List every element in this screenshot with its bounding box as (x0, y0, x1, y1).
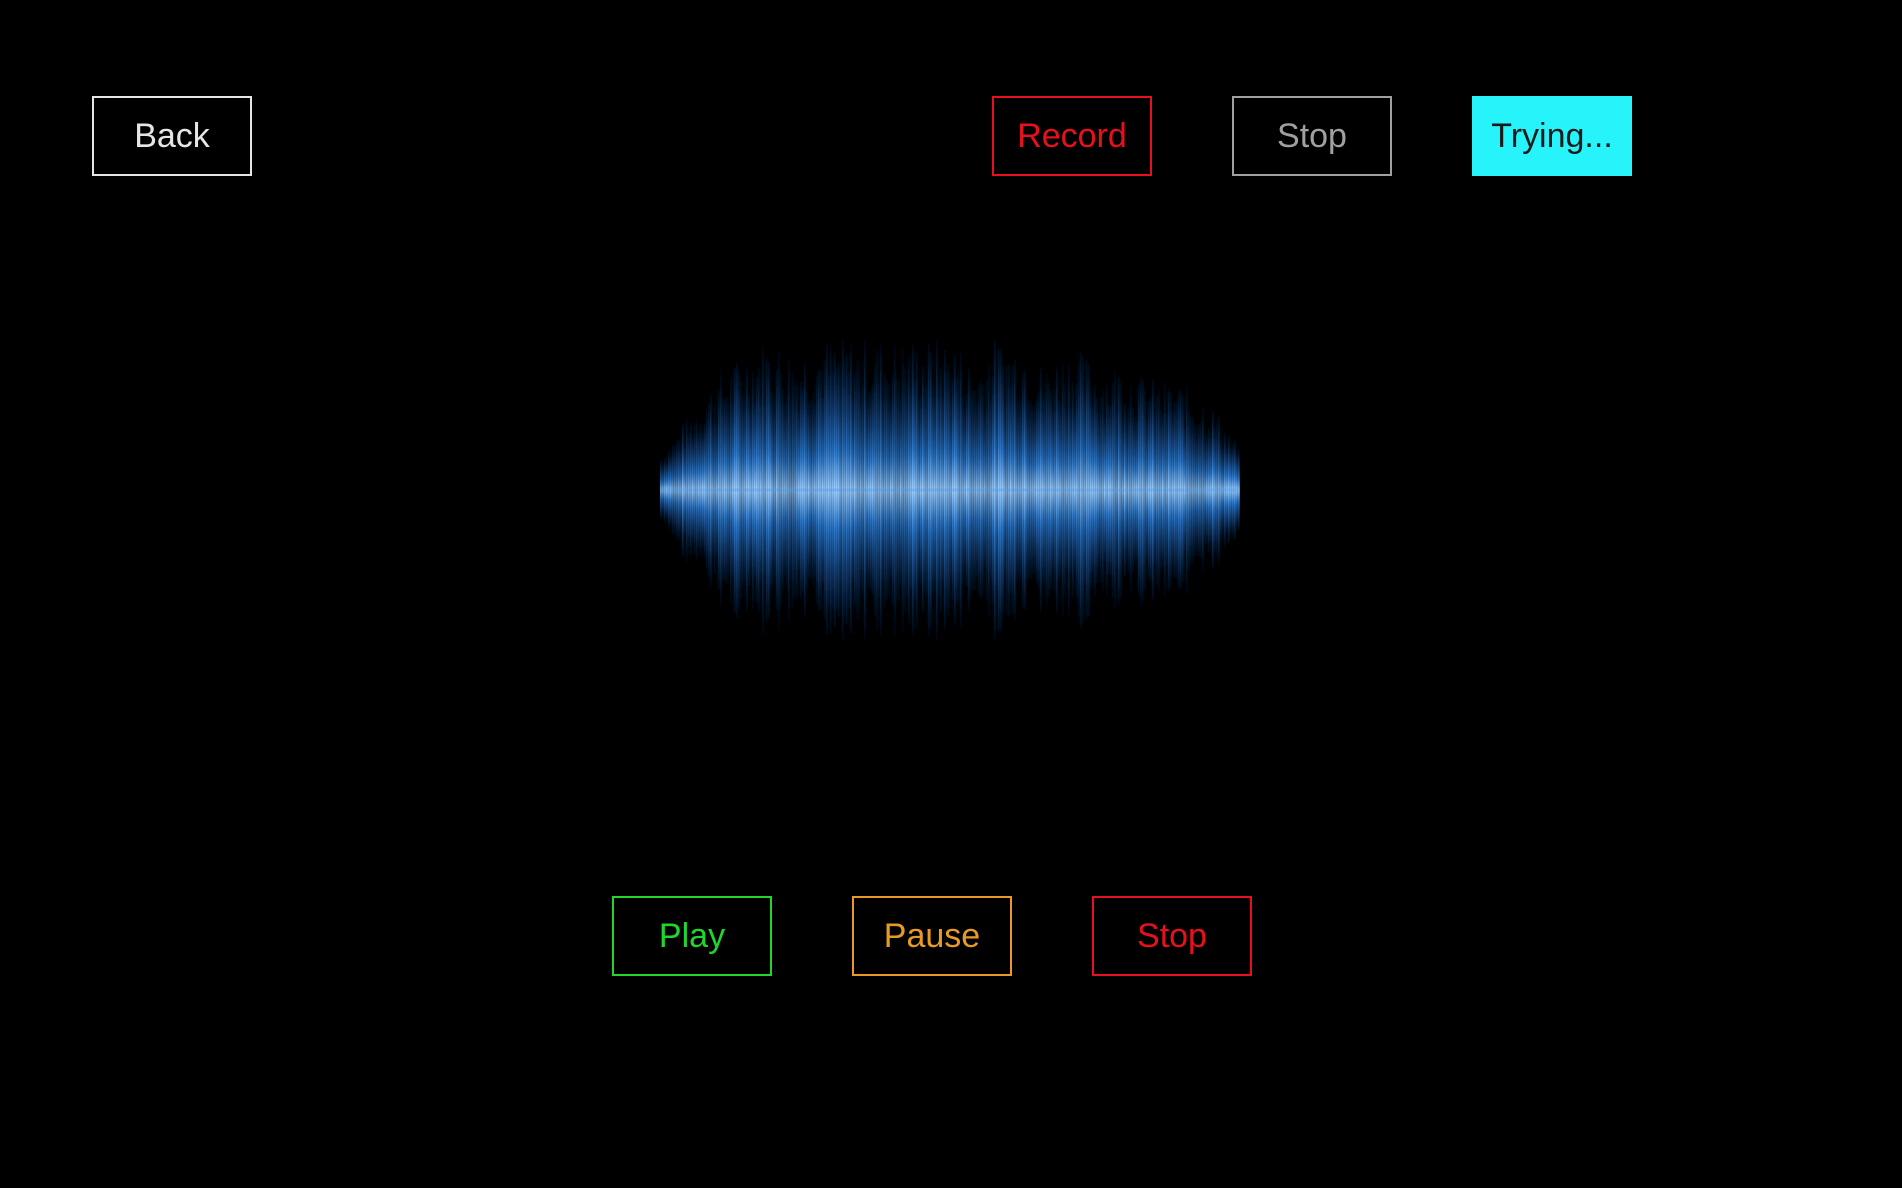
pause-button[interactable]: Pause (852, 896, 1012, 976)
waveform-graphic (660, 339, 1240, 641)
play-button[interactable]: Play (612, 896, 772, 976)
waveform-centerline (660, 488, 1240, 492)
status-indicator: Trying... (1472, 96, 1632, 176)
back-button[interactable]: Back (92, 96, 252, 176)
stop-recording-button[interactable]: Stop (1232, 96, 1392, 176)
recorder-screen: Back Record Stop Trying... Play Pause St… (0, 0, 1902, 1188)
stop-playback-button[interactable]: Stop (1092, 896, 1252, 976)
record-button[interactable]: Record (992, 96, 1152, 176)
audio-waveform-icon (660, 330, 1240, 650)
